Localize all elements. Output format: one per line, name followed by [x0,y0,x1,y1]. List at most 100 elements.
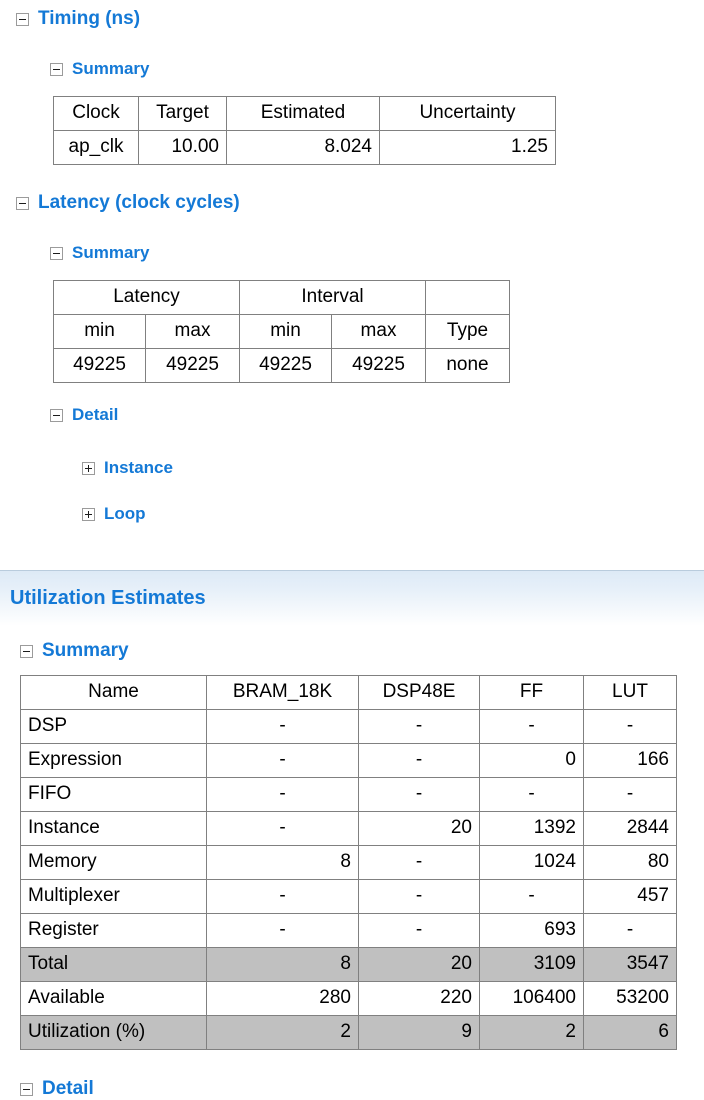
subsection-title-latency-detail: Detail [72,405,119,424]
cell-ff: 106400 [479,981,584,1016]
cell-lut: 6 [583,1015,677,1050]
cell-ff: 1392 [479,811,584,846]
cell-ff: 693 [479,913,584,948]
collapse-minus-icon-latency-summary[interactable] [50,246,63,260]
cell-dsp: 9 [358,1015,480,1050]
cell-bram: 280 [206,981,359,1016]
cell-bram: - [206,879,359,914]
cell-bram: - [206,743,359,778]
cell-name: Memory [20,845,207,880]
cell-target: 10.00 [138,130,227,165]
tree-node-timing[interactable]: Timing (ns) [0,8,140,30]
latency-summary-table-wrap: Latency Interval min max min max Type 49… [53,280,510,383]
th-interval-min: min [239,314,332,349]
cell-dsp: 20 [358,947,480,982]
collapse-minus-icon-latency[interactable] [16,196,29,210]
cell-type: none [425,348,510,383]
table-row-available: Available 280 220 106400 53200 [20,981,677,1016]
cell-latency-min: 49225 [53,348,146,383]
cell-bram: 8 [206,947,359,982]
th-name: Name [20,675,207,710]
cell-name: Instance [20,811,207,846]
subsection-title-utilization-summary: Summary [42,640,129,661]
th-uncertainty: Uncertainty [379,96,556,131]
cell-lut: 2844 [583,811,677,846]
cell-bram: - [206,913,359,948]
table-row: DSP - - - - [20,709,677,744]
th-target: Target [138,96,227,131]
section-title-utilization: Utilization Estimates [10,587,206,609]
th-type: Type [425,314,510,349]
th-clock: Clock [53,96,139,131]
cell-dsp: - [358,845,480,880]
cell-ff: 0 [479,743,584,778]
table-row: ap_clk 10.00 8.024 1.25 [53,130,556,165]
collapse-minus-icon-utilization-detail[interactable] [20,1082,33,1096]
cell-ff: - [479,777,584,812]
cell-estimated: 8.024 [226,130,380,165]
cell-name: FIFO [20,777,207,812]
cell-name: Expression [20,743,207,778]
cell-ff: 1024 [479,845,584,880]
tree-node-utilization-detail[interactable]: Detail [0,1078,94,1100]
tree-node-latency[interactable]: Latency (clock cycles) [0,192,240,214]
tree-node-timing-summary[interactable]: Summary [0,59,149,79]
cell-lut: - [583,913,677,948]
cell-lut: - [583,777,677,812]
collapse-minus-icon-timing-summary[interactable] [50,62,63,76]
tree-node-latency-detail-loop[interactable]: Loop [0,504,146,524]
th-lut: LUT [583,675,677,710]
cell-dsp: 20 [358,811,480,846]
table-row: 49225 49225 49225 49225 none [53,348,510,383]
section-title-latency: Latency (clock cycles) [38,192,240,213]
cell-dsp: - [358,913,480,948]
cell-ff: - [479,709,584,744]
expand-plus-icon-instance[interactable] [82,461,95,475]
table-header-row: Clock Target Estimated Uncertainty [53,96,556,131]
cell-name: Multiplexer [20,879,207,914]
subsection-title-instance: Instance [104,458,173,477]
cell-lut: 3547 [583,947,677,982]
table-header-row: min max min max Type [53,314,510,349]
tree-node-utilization-summary[interactable]: Summary [0,640,129,662]
th-ff: FF [479,675,584,710]
th-estimated: Estimated [226,96,380,131]
th-bram18k: BRAM_18K [206,675,359,710]
th-dsp48e: DSP48E [358,675,480,710]
collapse-minus-icon-latency-detail[interactable] [50,408,63,422]
section-title-timing: Timing (ns) [38,8,141,29]
th-latency-min: min [53,314,146,349]
th-group-latency: Latency [53,280,240,315]
cell-uncertainty: 1.25 [379,130,556,165]
table-row: FIFO - - - - [20,777,677,812]
cell-dsp: 220 [358,981,480,1016]
cell-ff: 3109 [479,947,584,982]
cell-bram: - [206,777,359,812]
table-row-utilization-pct: Utilization (%) 2 9 2 6 [20,1015,677,1050]
collapse-minus-icon-timing[interactable] [16,12,29,26]
tree-node-latency-summary[interactable]: Summary [0,243,149,263]
table-header-row: Name BRAM_18K DSP48E FF LUT [20,675,677,710]
cell-lut: 53200 [583,981,677,1016]
cell-lut: 457 [583,879,677,914]
table-row: Memory 8 - 1024 80 [20,845,677,880]
cell-lut: 166 [583,743,677,778]
utilization-summary-table-wrap: Name BRAM_18K DSP48E FF LUT DSP - - - - … [20,675,677,1050]
table-row: Register - - 693 - [20,913,677,948]
timing-summary-table: Clock Target Estimated Uncertainty ap_cl… [53,96,556,165]
tree-node-latency-detail[interactable]: Detail [0,405,118,425]
cell-interval-min: 49225 [239,348,332,383]
cell-dsp: - [358,777,480,812]
cell-dsp: - [358,709,480,744]
cell-name: Register [20,913,207,948]
cell-bram: - [206,811,359,846]
cell-bram: - [206,709,359,744]
th-group-blank [425,280,510,315]
th-interval-max: max [331,314,426,349]
cell-ff: - [479,879,584,914]
cell-name: Total [20,947,207,982]
tree-node-latency-detail-instance[interactable]: Instance [0,458,173,478]
cell-lut: 80 [583,845,677,880]
collapse-minus-icon-utilization-summary[interactable] [20,644,33,658]
expand-plus-icon-loop[interactable] [82,507,95,521]
